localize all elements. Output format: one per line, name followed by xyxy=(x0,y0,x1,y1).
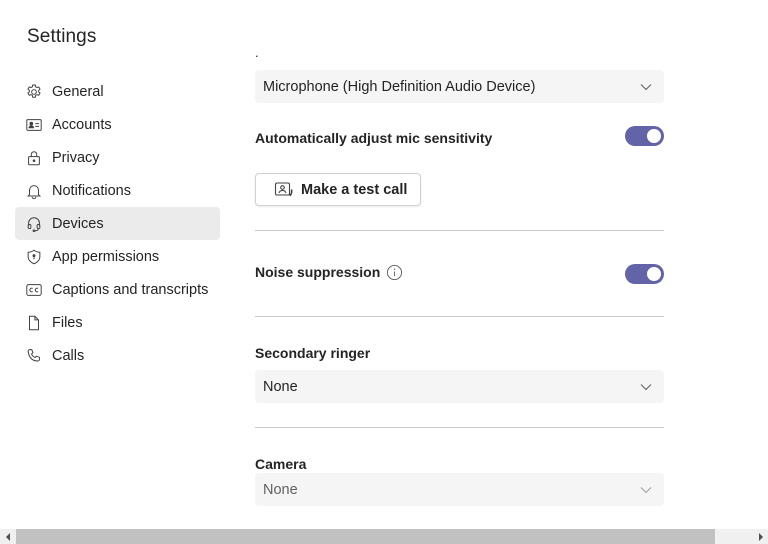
chevron-down-icon xyxy=(640,486,652,493)
microphone-selected: Microphone (High Definition Audio Device… xyxy=(263,78,536,95)
sidebar-item-privacy[interactable]: Privacy xyxy=(15,141,220,174)
headset-icon xyxy=(25,215,43,233)
sidebar-item-accounts[interactable]: Accounts xyxy=(15,108,220,141)
sidebar-item-notifications[interactable]: Notifications xyxy=(15,174,220,207)
camera-label: Camera xyxy=(255,456,307,472)
toggle-knob xyxy=(647,129,661,143)
sidebar-item-label: Devices xyxy=(52,215,104,232)
test-call-icon xyxy=(274,181,293,196)
noise-suppression-toggle[interactable] xyxy=(625,264,664,284)
sidebar-item-label: Privacy xyxy=(52,149,100,166)
sidebar-item-files[interactable]: Files xyxy=(15,306,220,339)
section-divider xyxy=(255,427,664,428)
auto-mic-label: Automatically adjust mic sensitivity xyxy=(255,130,493,146)
section-divider xyxy=(255,230,664,231)
info-icon[interactable] xyxy=(386,264,403,281)
sidebar-item-label: Captions and transcripts xyxy=(52,281,209,298)
shield-icon xyxy=(25,248,43,266)
section-divider xyxy=(255,316,664,317)
camera-dropdown[interactable]: None xyxy=(255,473,664,506)
sidebar-item-label: Files xyxy=(52,314,83,331)
sidebar-item-label: App permissions xyxy=(52,248,160,265)
sidebar-item-label: Accounts xyxy=(52,116,112,133)
settings-sidebar: General Accounts Privacy Notifications D… xyxy=(15,75,220,372)
page-title: Settings xyxy=(27,26,97,47)
phone-icon xyxy=(25,347,43,365)
sidebar-item-calls[interactable]: Calls xyxy=(15,339,220,372)
secondary-ringer-selected: None xyxy=(263,378,298,395)
gear-icon xyxy=(25,83,43,101)
camera-selected: None xyxy=(263,481,298,498)
closed-captions-icon xyxy=(25,281,43,299)
sidebar-item-app-permissions[interactable]: App permissions xyxy=(15,240,220,273)
test-call-button[interactable]: Make a test call xyxy=(255,173,421,206)
test-call-label: Make a test call xyxy=(301,181,408,198)
horizontal-scrollbar[interactable] xyxy=(0,529,768,544)
microphone-dropdown[interactable]: Microphone (High Definition Audio Device… xyxy=(255,70,664,103)
secondary-ringer-dropdown[interactable]: None xyxy=(255,370,664,403)
scroll-right-button[interactable] xyxy=(753,529,768,544)
chevron-down-icon xyxy=(640,383,652,390)
clipped-section-label: . xyxy=(255,52,259,58)
scrollbar-thumb[interactable] xyxy=(16,529,715,544)
arrow-left-icon xyxy=(5,532,10,541)
lock-icon xyxy=(25,149,43,167)
sidebar-item-label: General xyxy=(52,83,104,100)
auto-mic-toggle[interactable] xyxy=(625,126,664,146)
sidebar-item-devices[interactable]: Devices xyxy=(15,207,220,240)
sidebar-item-captions[interactable]: Captions and transcripts xyxy=(15,273,220,306)
sidebar-item-label: Notifications xyxy=(52,182,131,199)
toggle-knob xyxy=(647,267,661,281)
arrow-right-icon xyxy=(758,532,763,541)
scroll-left-button[interactable] xyxy=(0,529,15,544)
document-icon xyxy=(25,314,43,332)
sidebar-item-general[interactable]: General xyxy=(15,75,220,108)
bell-icon xyxy=(25,182,43,200)
noise-suppression-label: Noise suppression xyxy=(255,264,381,280)
chevron-down-icon xyxy=(640,83,652,90)
sidebar-item-label: Calls xyxy=(52,347,85,364)
id-card-icon xyxy=(25,116,43,134)
secondary-ringer-label: Secondary ringer xyxy=(255,345,371,361)
